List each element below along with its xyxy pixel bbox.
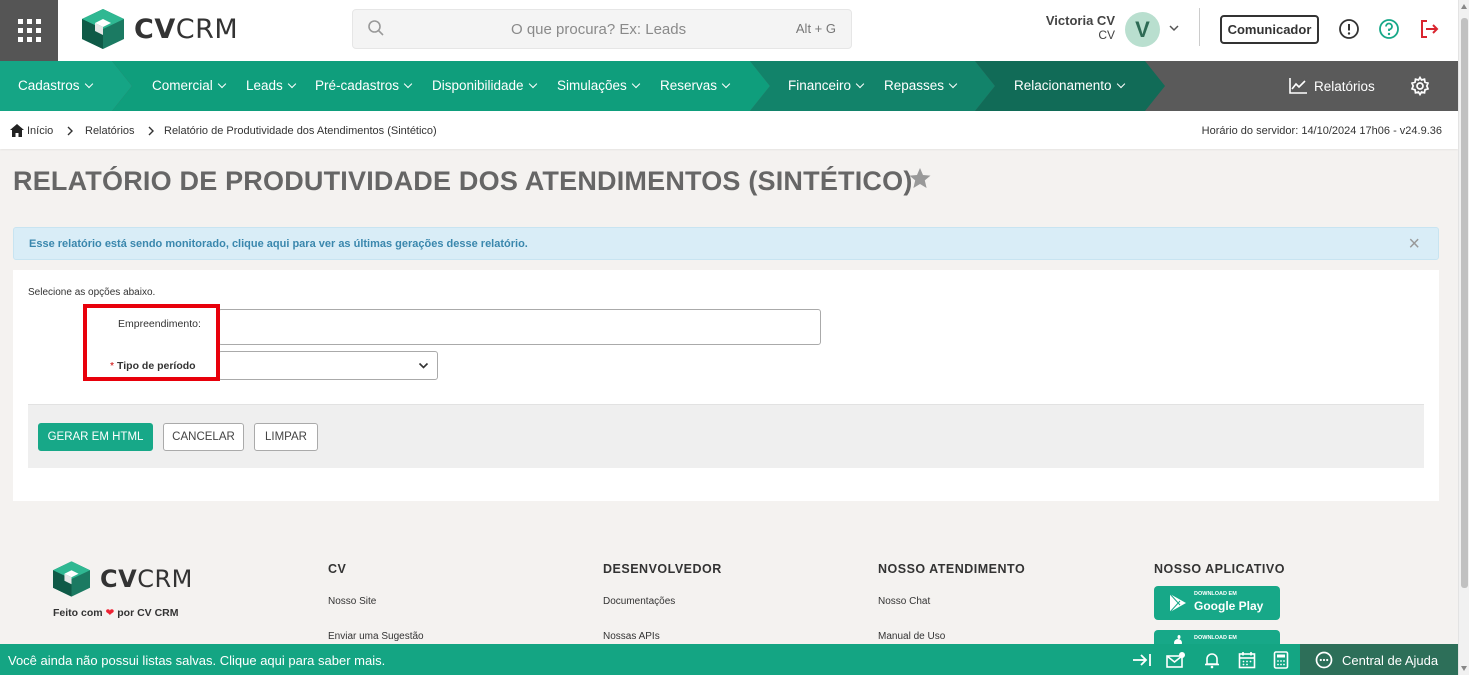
- page-title: RELATÓRIO DE PRODUTIVIDADE DOS ATENDIMEN…: [13, 166, 913, 196]
- tipo-periodo-select[interactable]: [218, 351, 438, 380]
- footer-logo-wordmark: CVCRM: [100, 565, 193, 593]
- nav-financeiro[interactable]: Financeiro: [788, 78, 863, 93]
- footer-link[interactable]: Nosso Site: [328, 596, 376, 607]
- chat-bubble-icon: [1315, 651, 1333, 669]
- info-icon[interactable]: [1338, 18, 1360, 40]
- scroll-down-arrow[interactable]: [1461, 666, 1467, 671]
- cvcrm-logo[interactable]: CVCRM: [82, 9, 238, 49]
- gear-icon[interactable]: [1410, 76, 1430, 96]
- nav-relatorios-label: Relatórios: [1314, 78, 1375, 94]
- page-scrollbar[interactable]: [1458, 0, 1469, 675]
- help-center-label: Central de Ajuda: [1342, 653, 1439, 668]
- empreendimento-field[interactable]: [218, 309, 821, 345]
- top-header: CVCRM O que procura? Ex: Leads Alt + G V…: [0, 0, 1458, 61]
- form-intro: Selecione as opções abaixo.: [28, 287, 156, 298]
- nav-disponibilidade[interactable]: Disponibilidade: [432, 78, 536, 93]
- apps-menu-button[interactable]: [0, 0, 58, 61]
- nav-repasses[interactable]: Repasses: [884, 78, 956, 93]
- nav-relatorios[interactable]: Relatórios: [1288, 77, 1375, 95]
- breadcrumb-relatorios[interactable]: Relatórios: [85, 125, 135, 137]
- footer-made-with: Feito com ❤ por CV CRM: [53, 607, 179, 619]
- apps-grid-icon: [17, 19, 41, 42]
- nav-reservas[interactable]: Reservas: [660, 78, 729, 93]
- footer-link[interactable]: Nossas APIs: [603, 631, 660, 642]
- scrollbar-thumb[interactable]: [1461, 18, 1468, 588]
- chevron-right-icon: [67, 126, 73, 136]
- chevron-down-icon: [418, 362, 429, 369]
- scroll-up-arrow[interactable]: [1461, 4, 1467, 9]
- calculator-icon[interactable]: [1273, 651, 1289, 669]
- tipo-periodo-label: * Tipo de período: [110, 360, 196, 372]
- heart-icon: ❤: [105, 607, 115, 619]
- bottom-bar: Você ainda não possui listas salvas. Cli…: [0, 644, 1458, 675]
- cvcrm-logo-icon: [53, 561, 90, 597]
- cancel-button[interactable]: CANCELAR: [163, 423, 244, 451]
- monitoring-alert[interactable]: Esse relatório está sendo monitorado, cl…: [13, 227, 1439, 260]
- calendar-icon[interactable]: [1238, 651, 1256, 669]
- report-form-panel: Selecione as opções abaixo. Empreendimen…: [13, 270, 1439, 501]
- breadcrumb-current: Relatório de Produtividade dos Atendimen…: [164, 125, 437, 137]
- main-navigation: Cadastros Comercial Leads Pré-cadastros …: [0, 61, 1458, 111]
- chevron-right-icon: [148, 126, 154, 136]
- nav-leads[interactable]: Leads: [246, 78, 295, 93]
- footer-logo: CVCRM: [53, 561, 193, 597]
- bell-icon[interactable]: [1203, 651, 1221, 669]
- required-mark: *: [110, 360, 115, 372]
- footer-col-title: NOSSO ATENDIMENTO: [878, 562, 1026, 576]
- search-input[interactable]: O que procura? Ex: Leads: [511, 21, 686, 38]
- nav-relacionamento[interactable]: Relacionamento: [1014, 78, 1124, 93]
- alert-message[interactable]: Esse relatório está sendo monitorado, cl…: [29, 238, 528, 250]
- footer-col-title: DESENVOLVEDOR: [603, 562, 722, 576]
- avatar[interactable]: V: [1125, 12, 1160, 47]
- chevron-down-icon[interactable]: [1168, 22, 1180, 34]
- star-icon[interactable]: [909, 168, 931, 189]
- user-name: Victoria CV: [1045, 13, 1115, 28]
- collapse-right-icon[interactable]: [1132, 651, 1152, 669]
- logout-icon[interactable]: [1418, 18, 1440, 40]
- saved-lists-message[interactable]: Você ainda não possui listas salvas. Cli…: [8, 653, 385, 668]
- user-info[interactable]: Victoria CV CV: [1020, 13, 1115, 42]
- help-center-button[interactable]: Central de Ajuda: [1300, 644, 1458, 675]
- help-icon[interactable]: [1378, 18, 1400, 40]
- footer-col-title: CV: [328, 562, 347, 576]
- footer-link[interactable]: Nosso Chat: [878, 596, 930, 607]
- nav-simulacoes[interactable]: Simulações: [557, 78, 639, 93]
- mail-notification-icon[interactable]: [1166, 651, 1186, 669]
- google-play-button[interactable]: DOWNLOAD EM Google Play: [1154, 586, 1280, 620]
- tipo-periodo-label-text: Tipo de período: [117, 360, 196, 372]
- empreendimento-label: Empreendimento:: [118, 318, 201, 330]
- user-company: CV: [1098, 28, 1115, 42]
- cvcrm-logo-icon: [82, 9, 124, 49]
- google-play-icon: [1169, 593, 1186, 613]
- footer-link[interactable]: Manual de Uso: [878, 631, 945, 642]
- logo-wordmark: CVCRM: [134, 13, 239, 45]
- nav-comercial[interactable]: Comercial: [152, 78, 225, 93]
- nav-pre-cadastros[interactable]: Pré-cadastros: [315, 78, 411, 93]
- form-actions: GERAR EM HTML CANCELAR LIMPAR: [28, 404, 1424, 468]
- global-search[interactable]: O que procura? Ex: Leads Alt + G: [352, 9, 852, 49]
- breadcrumb: Início Relatórios Relatório de Produtivi…: [0, 111, 1458, 149]
- footer-col-title: NOSSO APLICATIVO: [1154, 562, 1285, 576]
- header-divider: [1199, 8, 1200, 46]
- footer-link[interactable]: Documentações: [603, 596, 675, 607]
- home-icon[interactable]: [10, 124, 24, 137]
- nav-cadastros[interactable]: Cadastros: [18, 78, 92, 93]
- footer-link[interactable]: Enviar uma Sugestão: [328, 631, 424, 642]
- generate-html-button[interactable]: GERAR EM HTML: [38, 423, 153, 451]
- comunicador-button[interactable]: Comunicador: [1220, 15, 1319, 44]
- clear-button[interactable]: LIMPAR: [254, 423, 318, 451]
- search-shortcut: Alt + G: [795, 21, 836, 36]
- search-icon: [368, 20, 384, 36]
- alert-close-button[interactable]: ×: [1408, 234, 1420, 254]
- breadcrumb-home[interactable]: Início: [27, 125, 53, 137]
- server-time: Horário do servidor: 14/10/2024 17h06 - …: [1201, 125, 1442, 137]
- chart-line-icon: [1289, 78, 1307, 94]
